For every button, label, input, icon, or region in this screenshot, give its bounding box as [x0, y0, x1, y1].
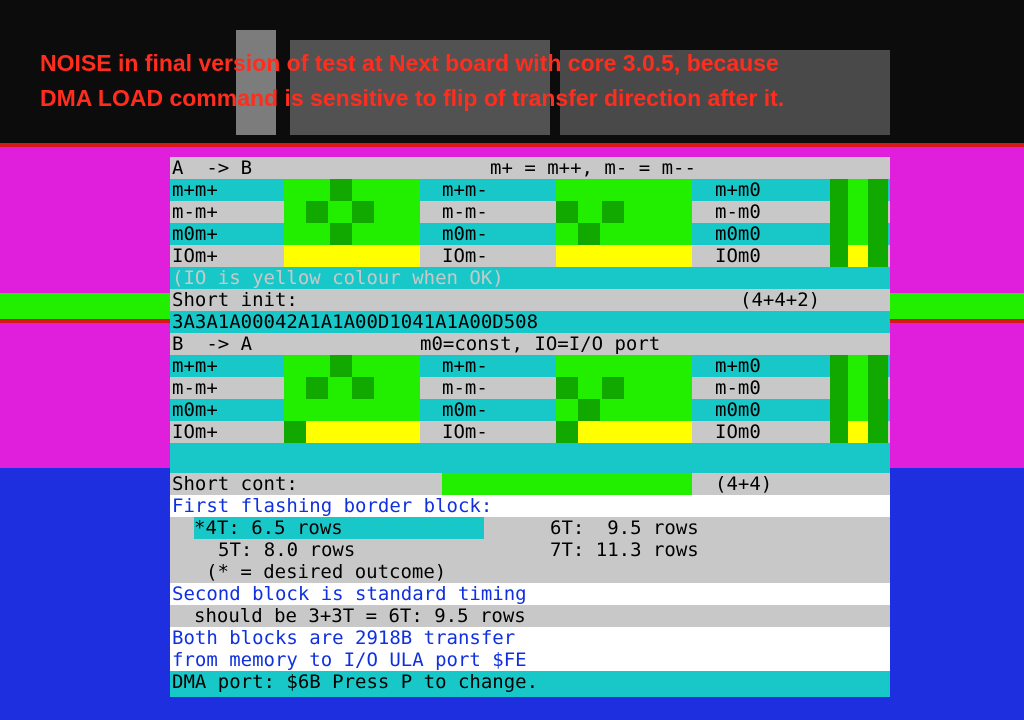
test-label: m-m+ [172, 377, 218, 399]
test-row: m0m+ m0m- m0m0 [170, 223, 890, 245]
timing-5t: 5T: 8.0 rows [218, 539, 356, 561]
dma-port-row[interactable]: DMA port: $6B Press P to change. [170, 671, 890, 697]
section-a-legend: m+ = m++, m- = m-- [490, 157, 696, 179]
info-row: Both blocks are 2918B transfer [170, 627, 890, 649]
test-label: m0m0 [715, 223, 761, 245]
io-note: (IO is yellow colour when OK) [172, 267, 504, 289]
dma-result-block [556, 355, 692, 443]
short-cont-bar [442, 473, 692, 495]
short-init-label: Short init: [172, 289, 298, 311]
info-row: from memory to I/O ULA port $FE [170, 649, 890, 671]
test-label: IOm- [442, 245, 488, 267]
section-b-legend: m0=const, IO=I/O port [420, 333, 661, 355]
section-a-title: A -> B [172, 157, 253, 179]
both-blocks-text: Both blocks are 2918B transfer [172, 627, 516, 649]
io-yellow-bar [284, 245, 420, 267]
info-row: (* = desired outcome) [170, 561, 890, 583]
dma-result-block [556, 179, 692, 267]
timing-6t: 6T: 9.5 rows [550, 517, 699, 539]
test-row: IOm+ IOm- IOm0 [170, 421, 890, 443]
border-red-band [0, 143, 1024, 147]
io-note-row: (IO is yellow colour when OK) [170, 267, 890, 289]
test-label: IOm+ [172, 245, 218, 267]
second-block-title: Second block is standard timing [172, 583, 527, 605]
test-label: m0m- [442, 399, 488, 421]
test-label: IOm+ [172, 421, 218, 443]
test-row: m-m+ m-m- m-m0 [170, 377, 890, 399]
test-label: m-m- [442, 377, 488, 399]
test-label: IOm0 [715, 421, 761, 443]
spectrum-screen: A -> B m+ = m++, m- = m-- m+m+ m+m- m+m0… [170, 157, 890, 697]
info-row: should be 3+3T = 6T: 9.5 rows [170, 605, 890, 627]
io-yellow-bar [578, 421, 692, 443]
dma-result-block [830, 355, 888, 443]
dma-result-block [284, 179, 420, 267]
first-block-title: First flashing border block: [172, 495, 493, 517]
test-row: IOm+ IOm- IOm0 [170, 245, 890, 267]
test-label: m-m+ [172, 201, 218, 223]
io-yellow-bar [556, 245, 692, 267]
test-label: m+m0 [715, 355, 761, 377]
info-row: Second block is standard timing [170, 583, 890, 605]
test-label: m+m+ [172, 355, 218, 377]
short-init-value: (4+4+2) [740, 289, 821, 311]
short-init-row: Short init: (4+4+2) [170, 289, 890, 311]
test-label: m0m- [442, 223, 488, 245]
info-row: First flashing border block: [170, 495, 890, 517]
timing-7t: 7T: 11.3 rows [550, 539, 699, 561]
short-cont-value: (4+4) [715, 473, 773, 495]
desired-note: (* = desired outcome) [206, 561, 447, 583]
short-cont-label: Short cont: [172, 473, 298, 495]
test-label: m-m- [442, 201, 488, 223]
should-be-note: should be 3+3T = 6T: 9.5 rows [194, 605, 526, 627]
section-b-header: B -> A m0=const, IO=I/O port [170, 333, 890, 355]
test-label: m0m0 [715, 399, 761, 421]
short-init-hex: 3A3A1A00042A1A1A00D1041A1A00D508 [172, 311, 539, 333]
test-label: IOm- [442, 421, 488, 443]
dma-result-block [284, 355, 420, 443]
short-cont-row: Short cont: (4+4) [170, 473, 890, 495]
test-label: m0m+ [172, 399, 218, 421]
test-label: m+m- [442, 179, 488, 201]
caption-text: NOISE in final version of test at Next b… [40, 46, 920, 116]
test-row: m+m+ m+m- m+m0 [170, 179, 890, 201]
test-row: m-m+ m-m- m-m0 [170, 201, 890, 223]
test-label: IOm0 [715, 245, 761, 267]
info-row: 5T: 8.0 rows 7T: 11.3 rows [170, 539, 890, 561]
section-a-header: A -> B m+ = m++, m- = m-- [170, 157, 890, 179]
io-yellow-bar [306, 421, 420, 443]
from-memory-text: from memory to I/O ULA port $FE [172, 649, 527, 671]
io-yellow-bar [848, 245, 868, 267]
test-label: m0m+ [172, 223, 218, 245]
section-b-title: B -> A [172, 333, 253, 355]
caption-line-2: DMA LOAD command is sensitive to flip of… [40, 85, 785, 111]
test-row: m+m+ m+m- m+m0 [170, 355, 890, 377]
test-label: m+m+ [172, 179, 218, 201]
test-label: m-m0 [715, 201, 761, 223]
timing-4t: *4T: 6.5 rows [194, 517, 484, 539]
test-label: m+m- [442, 355, 488, 377]
io-yellow-bar [848, 421, 868, 443]
test-row: m0m+ m0m- m0m0 [170, 399, 890, 421]
cyan-spacer [170, 443, 890, 473]
short-init-hex-row: 3A3A1A00042A1A1A00D1041A1A00D508 [170, 311, 890, 333]
dma-result-block [830, 179, 888, 267]
test-label: m-m0 [715, 377, 761, 399]
info-row: *4T: 6.5 rows 6T: 9.5 rows [170, 517, 890, 539]
test-label: m+m0 [715, 179, 761, 201]
caption-line-1: NOISE in final version of test at Next b… [40, 50, 779, 76]
dma-port-text[interactable]: DMA port: $6B Press P to change. [172, 671, 538, 693]
